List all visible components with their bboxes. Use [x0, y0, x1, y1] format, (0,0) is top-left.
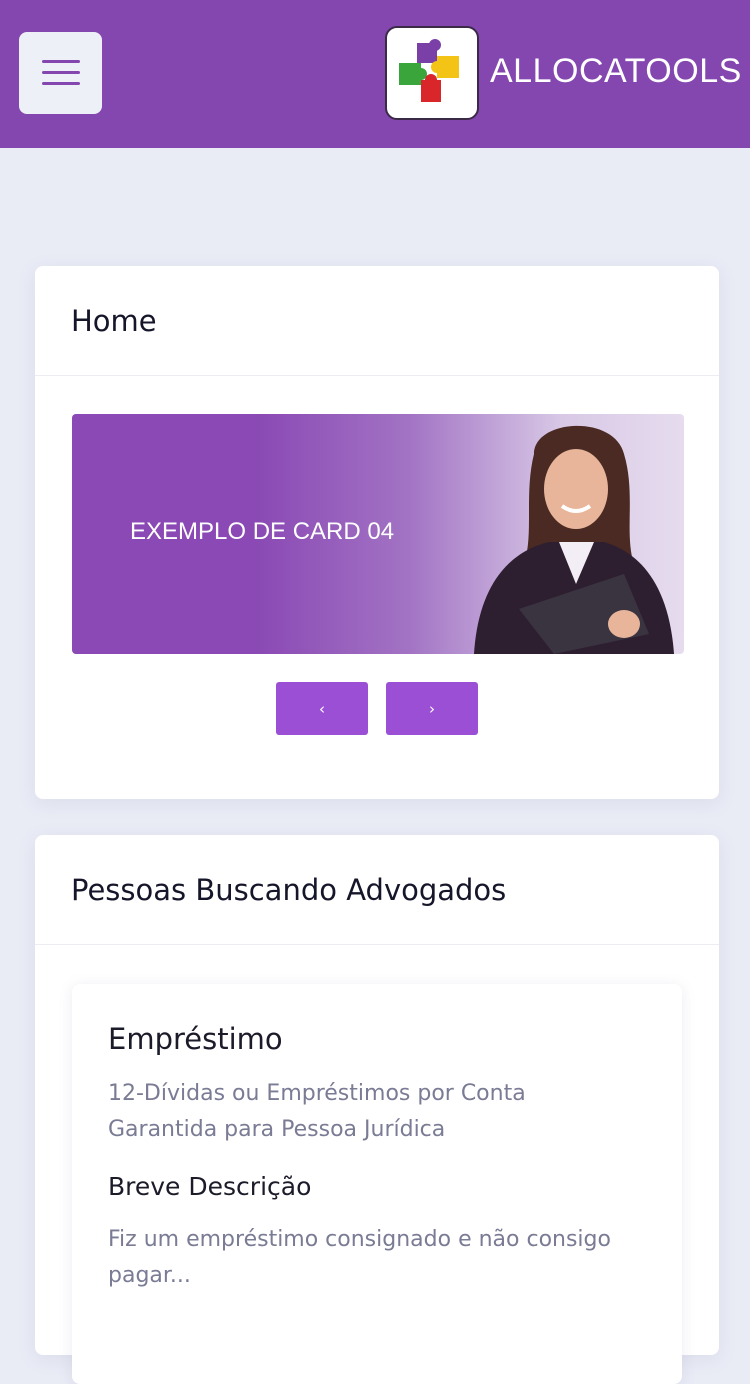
carousel-next-button[interactable]: › — [386, 682, 478, 735]
seekers-card: Pessoas Buscando Advogados Empréstimo 12… — [35, 835, 719, 1384]
brand-name: ALLOCATOOLS — [490, 52, 742, 90]
woman-photo — [474, 425, 674, 654]
request-description: Fiz um empréstimo consignado e não consi… — [108, 1227, 611, 1288]
home-card: Home EXEMPLO DE CARD 04 ‹ › — [35, 266, 719, 799]
lawyer-request-card[interactable]: Empréstimo 12-Dívidas ou Empréstimos por… — [72, 984, 682, 1384]
carousel-prev-button[interactable]: ‹ — [276, 682, 368, 735]
request-title: Empréstimo — [108, 1022, 283, 1056]
menu-button[interactable] — [19, 32, 102, 114]
puzzle-logo-icon — [399, 39, 459, 102]
carousel-banner[interactable]: EXEMPLO DE CARD 04 — [72, 414, 684, 654]
chevron-left-icon: ‹ — [319, 699, 325, 718]
request-category: 12-Dívidas ou Empréstimos por Conta Gara… — [108, 1081, 526, 1142]
hamburger-menu-icon — [41, 60, 80, 86]
banner-text: EXEMPLO DE CARD 04 — [130, 518, 395, 545]
top-bar: ALLOCATOOLS — [0, 0, 750, 148]
home-card-title: Home — [35, 266, 719, 376]
chevron-right-icon: › — [429, 699, 435, 718]
description-heading: Breve Descrição — [108, 1172, 312, 1201]
logo[interactable] — [385, 26, 479, 120]
seekers-card-title: Pessoas Buscando Advogados — [35, 835, 719, 945]
